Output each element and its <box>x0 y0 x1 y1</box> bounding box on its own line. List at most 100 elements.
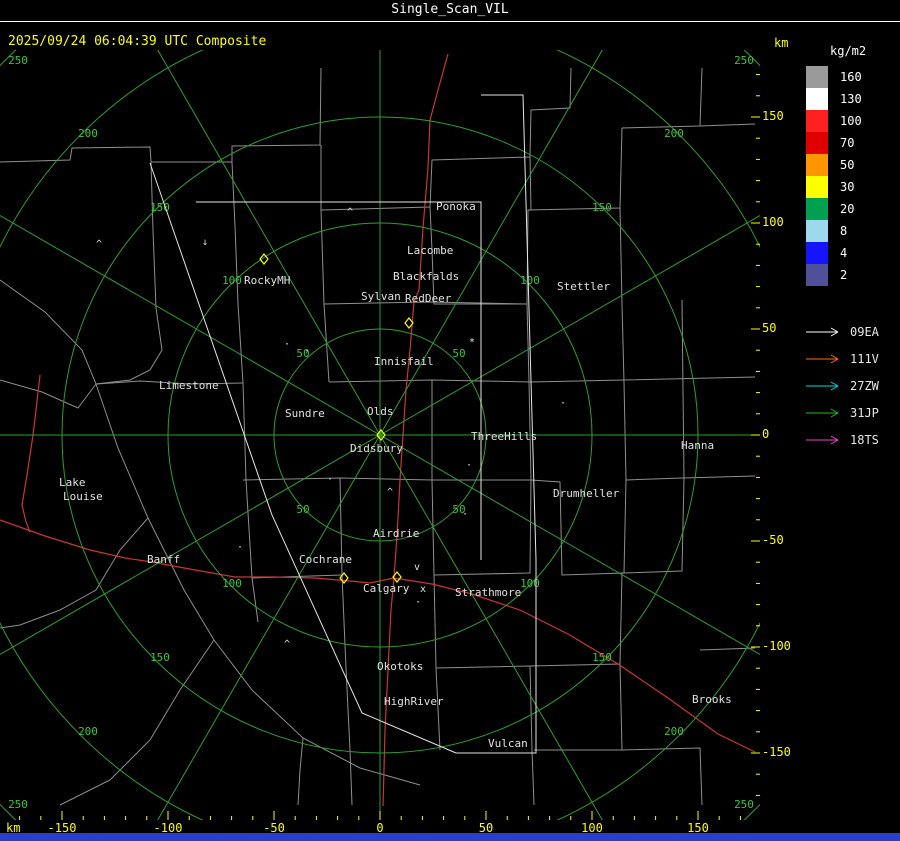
colorbar-swatch <box>806 220 828 242</box>
city-label: Sylvan <box>361 290 401 303</box>
colorbar-entries: 160 130 100 70 50 30 20 8 4 2 <box>800 66 900 286</box>
city-label: Sundre <box>285 407 325 420</box>
map-marker: ^ <box>347 207 353 218</box>
colorbar-value: 8 <box>840 224 848 238</box>
range-ring-label: 200 <box>78 127 98 140</box>
map-marker: · <box>284 339 290 350</box>
colorbar-value: 70 <box>840 136 855 150</box>
range-ring-label: 150 <box>592 201 612 214</box>
radar-arrow-icon <box>806 435 839 444</box>
radar-legend-item: 09EA <box>800 318 900 345</box>
colorbar-entry: 30 <box>800 176 900 198</box>
city-label: Lacombe <box>407 244 453 257</box>
colorbar-entry: 130 <box>800 88 900 110</box>
city-label: Banff <box>147 553 180 566</box>
range-ring-label: 150 <box>150 651 170 664</box>
radar-legend-item: 31JP <box>800 399 900 426</box>
colorbar-value: 4 <box>840 246 848 260</box>
city-label: Louise <box>63 490 103 503</box>
scan-area-outline <box>149 94 537 754</box>
colorbar-entry: 160 <box>800 66 900 88</box>
range-ring-label: 100 <box>222 274 242 287</box>
colorbar-value: 100 <box>840 114 862 128</box>
city-label: Stettler <box>557 280 610 293</box>
map-marker: · <box>415 597 421 608</box>
colorbar-swatch <box>806 132 828 154</box>
city-label: Olds <box>367 405 394 418</box>
city-label: Limestone <box>159 379 219 392</box>
colorbar-swatch <box>806 242 828 264</box>
radar-legend-item: 18TS <box>800 426 900 453</box>
right-axis-label: -150 <box>762 745 791 759</box>
city-label: Airdrie <box>373 527 419 540</box>
map-marker: · <box>466 460 472 471</box>
radar-id-label: 31JP <box>850 405 879 420</box>
colorbar-swatch <box>806 66 828 88</box>
bottom-scrollbar[interactable] <box>0 833 900 841</box>
map-markers: ^ ^ ↓ · * · ^ · · · · v · ^ x · <box>96 207 566 650</box>
city-label: Brooks <box>692 693 732 706</box>
colorbar-value: 20 <box>840 202 855 216</box>
radar-app-window: Single_Scan_VIL 2025/09/24 06:04:39 UTC … <box>0 0 900 841</box>
city-label: Cochrane <box>299 553 352 566</box>
range-ring-label: 100 <box>520 577 540 590</box>
city-label: Innisfail <box>374 355 434 368</box>
colorbar-swatch <box>806 88 828 110</box>
right-axis-label: 150 <box>762 109 784 123</box>
range-ring-label: 100 <box>222 577 242 590</box>
city-label: Blackfalds <box>393 270 459 283</box>
city-label: Drumheller <box>553 487 620 500</box>
colorbar-entry: 2 <box>800 264 900 286</box>
city-label: Strathmore <box>455 586 521 599</box>
radar-id-label: 27ZW <box>850 378 879 393</box>
colorbar-value: 130 <box>840 92 862 106</box>
radar-legend-item: 27ZW <box>800 372 900 399</box>
map-marker: * <box>469 337 475 348</box>
city-labels: Ponoka Lacombe Blackfalds Sylvan RedDeer Stet… <box>59 200 732 750</box>
map-marker: · <box>304 346 310 357</box>
map-marker: ↓ <box>202 237 208 248</box>
colorbar-unit: kg/m2 <box>830 44 867 58</box>
city-label: ThreeHills <box>471 430 537 443</box>
right-axis-label: 100 <box>762 215 784 229</box>
city-label: Okotoks <box>377 660 423 673</box>
right-axis-label: -50 <box>762 533 784 547</box>
radar-legend-item: 111V <box>800 345 900 372</box>
right-axis-label: 50 <box>762 321 777 335</box>
map-marker: x <box>420 584 426 595</box>
city-label: HighRiver <box>384 695 444 708</box>
map-marker: ^ <box>96 239 102 250</box>
colorbar-entry: 70 <box>800 132 900 154</box>
colorbar-swatch <box>806 198 828 220</box>
colorbar-swatch <box>806 110 828 132</box>
range-ring-label: 250 <box>8 54 28 67</box>
colorbar-entry: 50 <box>800 154 900 176</box>
right-axis-unit: km <box>774 36 789 50</box>
range-ring-label: 100 <box>520 274 540 287</box>
right-axis-label: -100 <box>762 639 791 653</box>
range-ring-label: 200 <box>664 725 684 738</box>
city-label: Calgary <box>363 582 410 595</box>
colorbar-swatch <box>806 176 828 198</box>
scan-timestamp: 2025/09/24 06:04:39 UTC Composite <box>8 34 267 49</box>
city-label: Lake <box>59 476 86 489</box>
map-marker: · <box>327 474 333 485</box>
radar-id-label: 18TS <box>850 432 879 447</box>
radar-arrow-icon <box>806 381 839 390</box>
radar-id-label: 111V <box>850 351 879 366</box>
colorbar-swatch <box>806 154 828 176</box>
map-marker: ^ <box>284 639 290 650</box>
colorbar-value: 50 <box>840 158 855 172</box>
map-marker: v <box>414 562 420 573</box>
colorbar-panel: kg/m2 160 130 100 70 50 30 20 8 4 2 09EA 111V 27ZW 3… <box>800 44 900 453</box>
radar-legend: 09EA 111V 27ZW 31JP 18TS <box>800 318 900 453</box>
range-ring-label: 150 <box>592 651 612 664</box>
radar-map[interactable]: 2502001501005025020015010050501001502002… <box>0 50 760 820</box>
city-label: Ponoka <box>436 200 476 213</box>
colorbar-entry: 20 <box>800 198 900 220</box>
city-label: Hanna <box>681 439 714 452</box>
range-ring-label: 200 <box>78 725 98 738</box>
city-label: Didsbury <box>350 442 403 455</box>
range-rings <box>0 50 760 820</box>
range-ring-label: 250 <box>734 54 754 67</box>
